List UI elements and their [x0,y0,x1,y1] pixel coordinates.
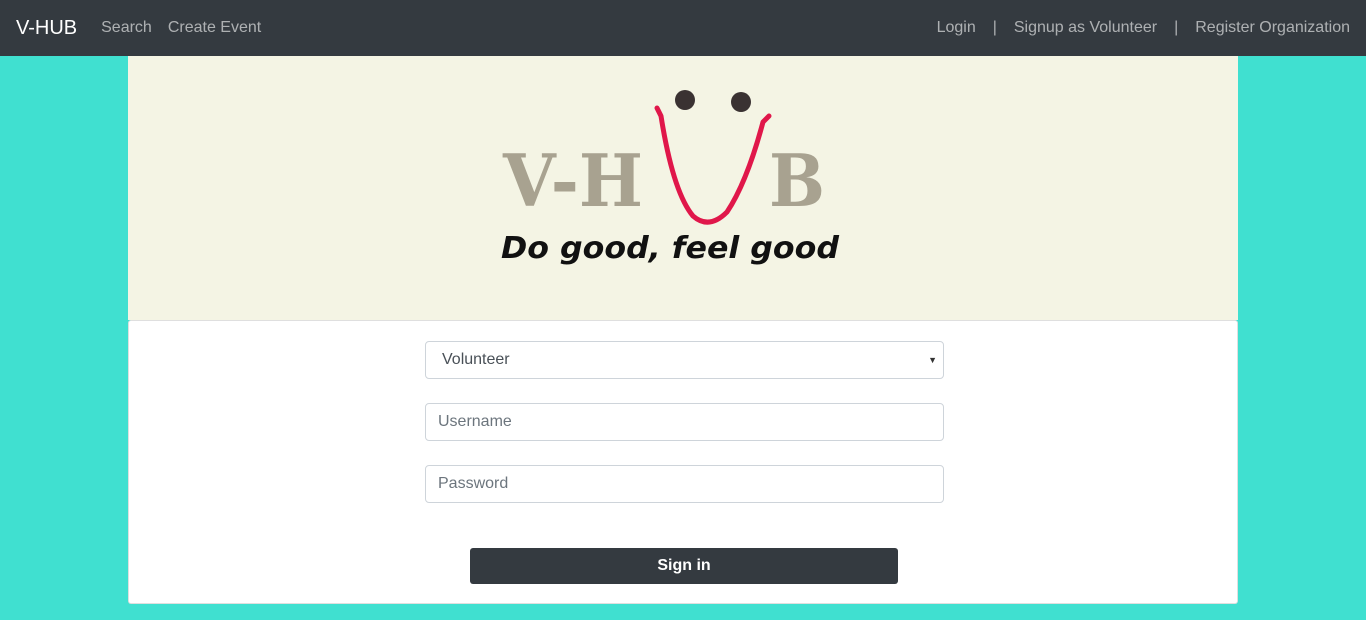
brand-link[interactable]: V-HUB [16,17,77,40]
nav-create-event-link[interactable]: Create Event [168,19,261,37]
chevron-down-icon: ▼ [928,355,937,365]
logo-left-eye [675,90,695,110]
navbar: V-HUB Search Create Event Login | Signup… [0,0,1366,56]
logo-right-eye [731,92,751,112]
login-card: Volunteer ▼ Sign in [128,320,1238,604]
nav-login-link[interactable]: Login [937,19,976,37]
logo-wordmark-left: V-H [502,138,643,223]
vhub-logo: V-H B Do good, feel good [501,90,840,266]
nav-separator: | [1174,19,1179,36]
nav-right-group: Login | Signup as Volunteer | Register O… [937,19,1350,37]
logo-tagline: Do good, feel good [501,231,840,266]
nav-signup-volunteer-link[interactable]: Signup as Volunteer [1014,19,1157,37]
nav-separator: | [992,19,997,36]
sign-in-button[interactable]: Sign in [470,548,898,584]
role-select-value: Volunteer [442,351,510,368]
role-select[interactable]: Volunteer ▼ [425,341,944,379]
nav-register-organization-link[interactable]: Register Organization [1195,19,1350,37]
username-input[interactable] [425,403,944,441]
password-input[interactable] [425,465,944,503]
logo-smile-u [654,105,772,225]
nav-search-link[interactable]: Search [101,19,152,37]
logo-wordmark-right: B [769,138,825,223]
